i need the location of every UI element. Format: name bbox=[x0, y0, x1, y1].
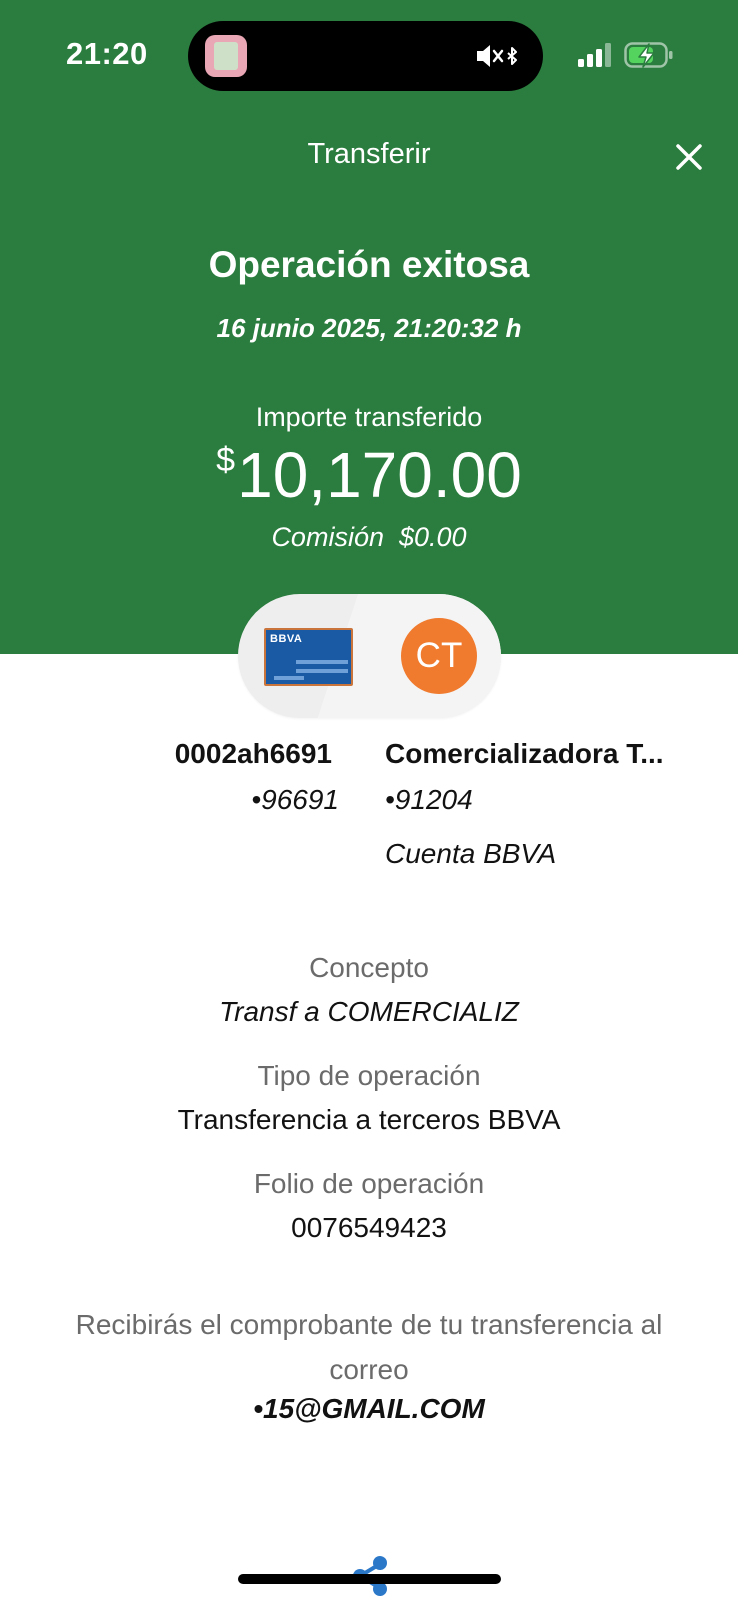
recipient-name: Comercializadora T... bbox=[385, 738, 664, 769]
concept-value: Transf a COMERCIALIZ bbox=[219, 996, 519, 1027]
source-account-name: 0002ah6691 bbox=[174, 738, 332, 769]
transfer-parties-badge: BBVA CT bbox=[238, 594, 501, 718]
concept-label: Concepto bbox=[309, 952, 429, 983]
status-time: 21:20 bbox=[66, 36, 148, 71]
receipt-email: •15@GMAIL.COM bbox=[253, 1393, 485, 1424]
folio-label: Folio de operación bbox=[253, 1168, 485, 1199]
bbva-card-icon: BBVA bbox=[264, 628, 353, 686]
folio-value: 0076549423 bbox=[291, 1212, 447, 1243]
amount-value: 10,170.00 bbox=[237, 439, 522, 511]
source-account-number: •96691 bbox=[251, 784, 339, 815]
recipient-avatar: CT bbox=[401, 618, 477, 694]
amount-label: Importe transferido bbox=[255, 402, 483, 432]
receipt-notice: Recibirás el comprobante de tu transfere… bbox=[75, 1309, 663, 1385]
success-title: Operación exitosa bbox=[208, 244, 530, 285]
battery-charging-icon bbox=[624, 42, 673, 68]
success-header: 21:20 Transferir Operación exitosa 16 ju… bbox=[0, 0, 738, 654]
app-thumbnail-icon bbox=[205, 35, 247, 77]
dynamic-island bbox=[188, 21, 543, 91]
close-icon[interactable] bbox=[670, 138, 708, 176]
transfer-receipt-screen: 21:20 Transferir Operación exitosa 16 ju… bbox=[0, 0, 738, 1600]
speaker-mute-icon bbox=[477, 45, 517, 67]
currency-symbol: $ bbox=[216, 441, 236, 479]
recipient-account-number: •91204 bbox=[385, 784, 473, 815]
transferred-amount: $10,170.00 bbox=[0, 438, 738, 512]
operation-type-value: Transferencia a terceros BBVA bbox=[177, 1104, 561, 1135]
cellular-signal-icon bbox=[578, 43, 611, 67]
card-brand: BBVA bbox=[270, 633, 303, 645]
operation-datetime: 16 junio 2025, 21:20:32 h bbox=[216, 313, 522, 343]
operation-type-label: Tipo de operación bbox=[257, 1060, 481, 1091]
commission: Comisión $0.00 bbox=[271, 522, 467, 552]
home-indicator[interactable] bbox=[238, 1574, 501, 1584]
nav-title: Transferir bbox=[307, 138, 431, 170]
recipient-bank: Cuenta BBVA bbox=[385, 838, 557, 869]
